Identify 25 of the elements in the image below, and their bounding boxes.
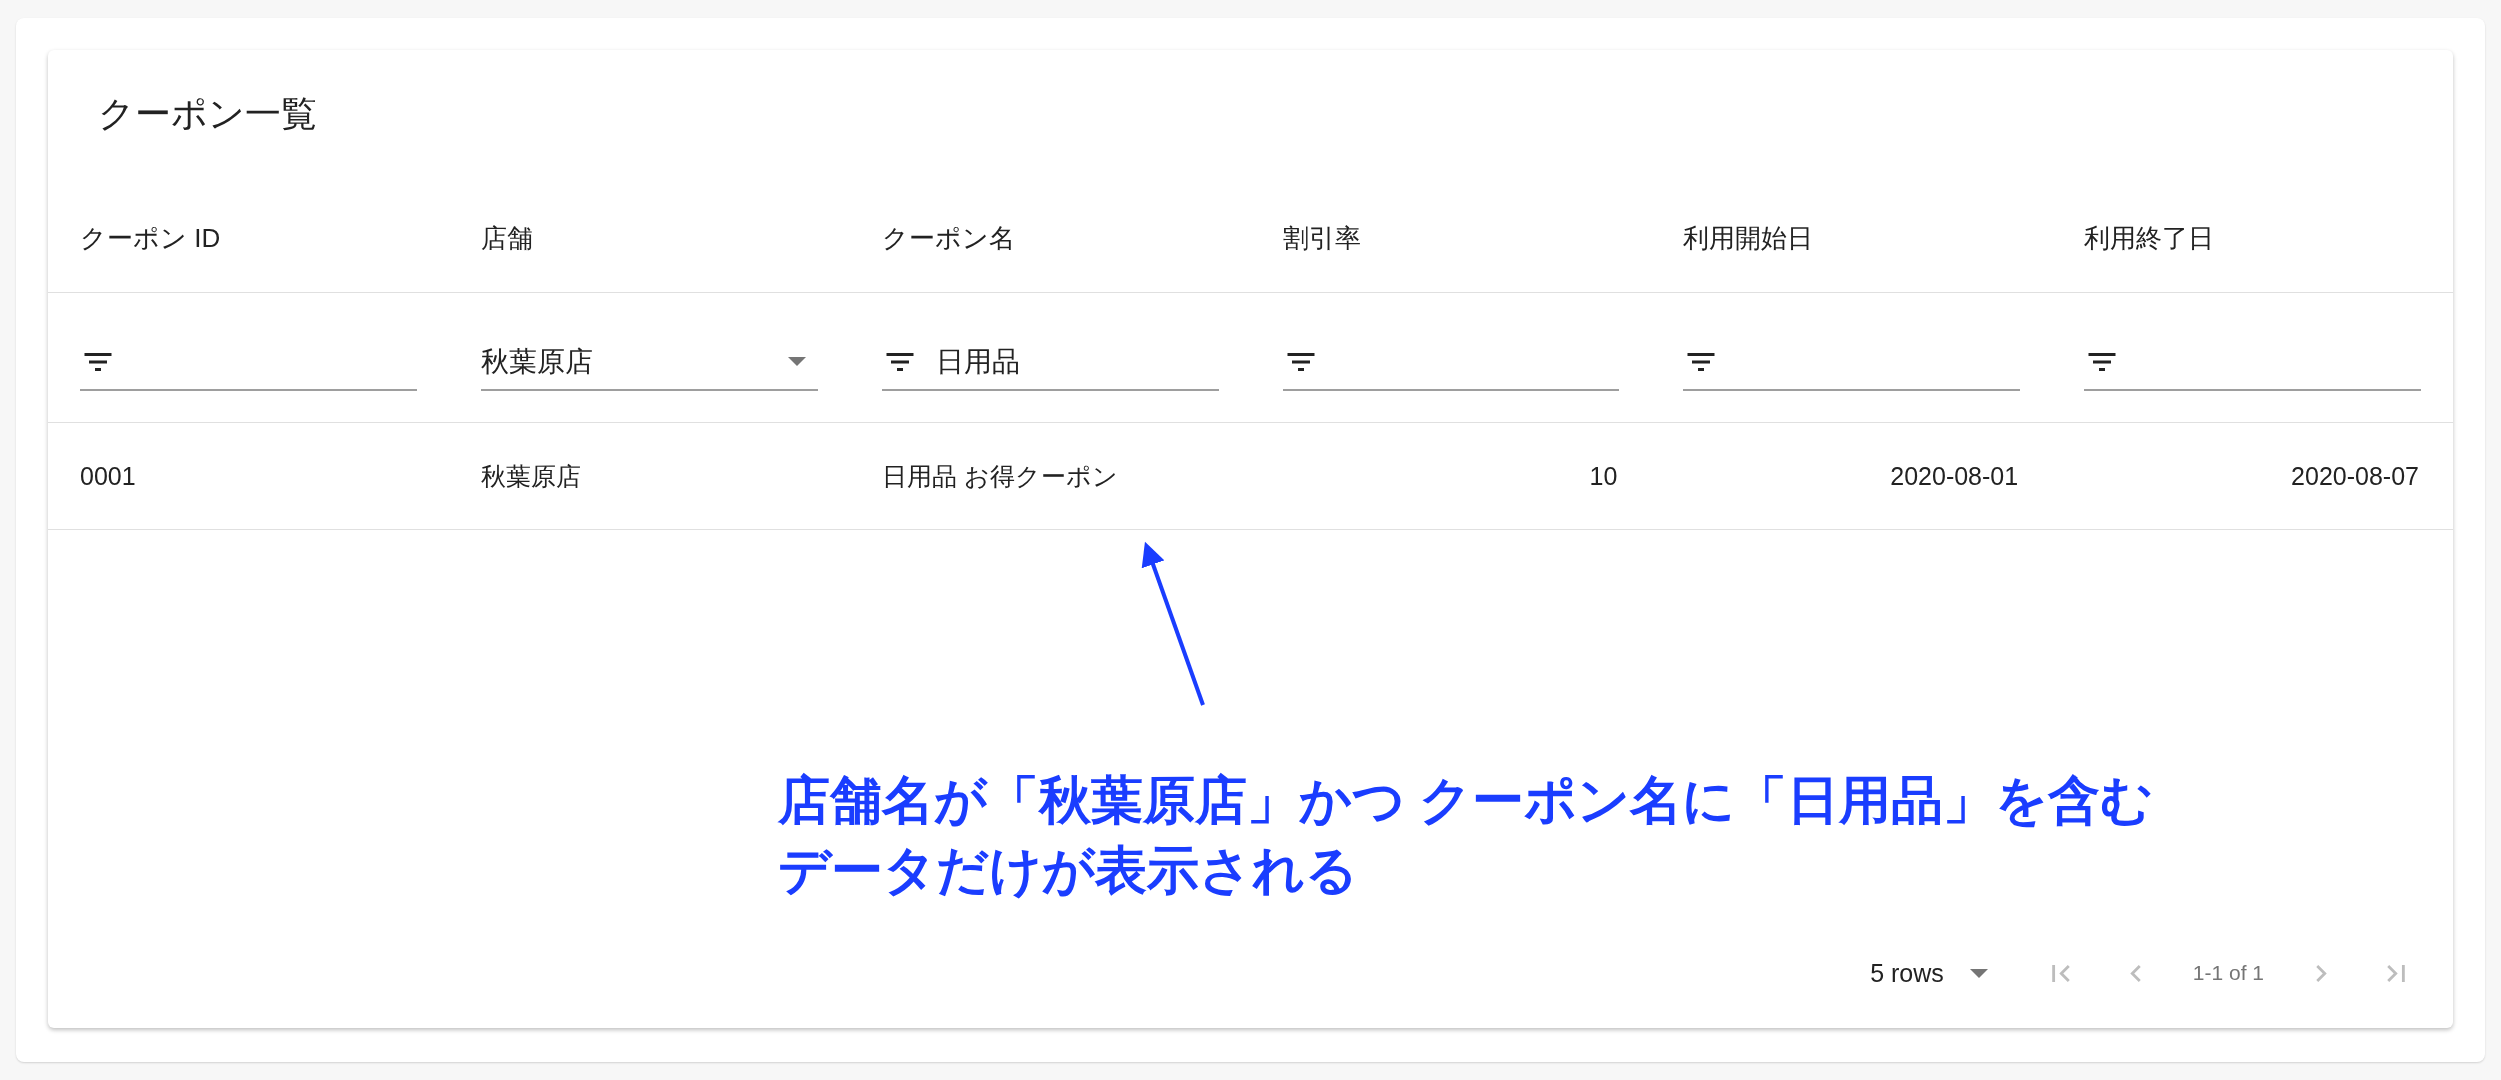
table-cell-text: 秋葉原店 [480, 460, 581, 492]
annotation-text: 店舗名が「秋葉原店」かつ クーポン名に「日用品」を含む [778, 770, 2154, 831]
table-title: クーポン一覧 [97, 92, 318, 136]
first-page-icon [2051, 964, 2070, 982]
table-cell-text: 日用品 お得クーポン [881, 460, 1118, 492]
rows-per-page-select[interactable]: 5 rows [1870, 958, 2000, 988]
caret-icon [1969, 968, 1988, 978]
column-header[interactable]: 店舗 [480, 221, 533, 256]
annotation-text: データだけが表示される [778, 840, 1359, 901]
column-header[interactable]: 利用終了日 [2084, 221, 2215, 256]
column-header[interactable]: 利用開始日 [1683, 221, 1814, 256]
chevron-right-icon [2316, 964, 2327, 982]
column-header[interactable]: 割引率 [1282, 221, 1361, 256]
table-cell: 2020-08-01 [1890, 461, 2019, 491]
filter-select[interactable]: 秋葉原店 [480, 334, 818, 391]
table-cell: 0001 [80, 461, 136, 491]
filter-field[interactable]: 日用品 [881, 334, 1219, 391]
caret-icon [787, 357, 806, 366]
last-page-icon [2387, 964, 2405, 982]
table-cell: 10 [1589, 461, 1618, 491]
chevron-left-icon [2129, 964, 2141, 982]
column-header[interactable]: クーポン名 [881, 221, 1015, 256]
column-header[interactable]: クーポン ID [80, 221, 221, 256]
table-cell: 2020-08-07 [2291, 461, 2419, 491]
page-range: 1-1 of 1 [2192, 961, 2264, 985]
